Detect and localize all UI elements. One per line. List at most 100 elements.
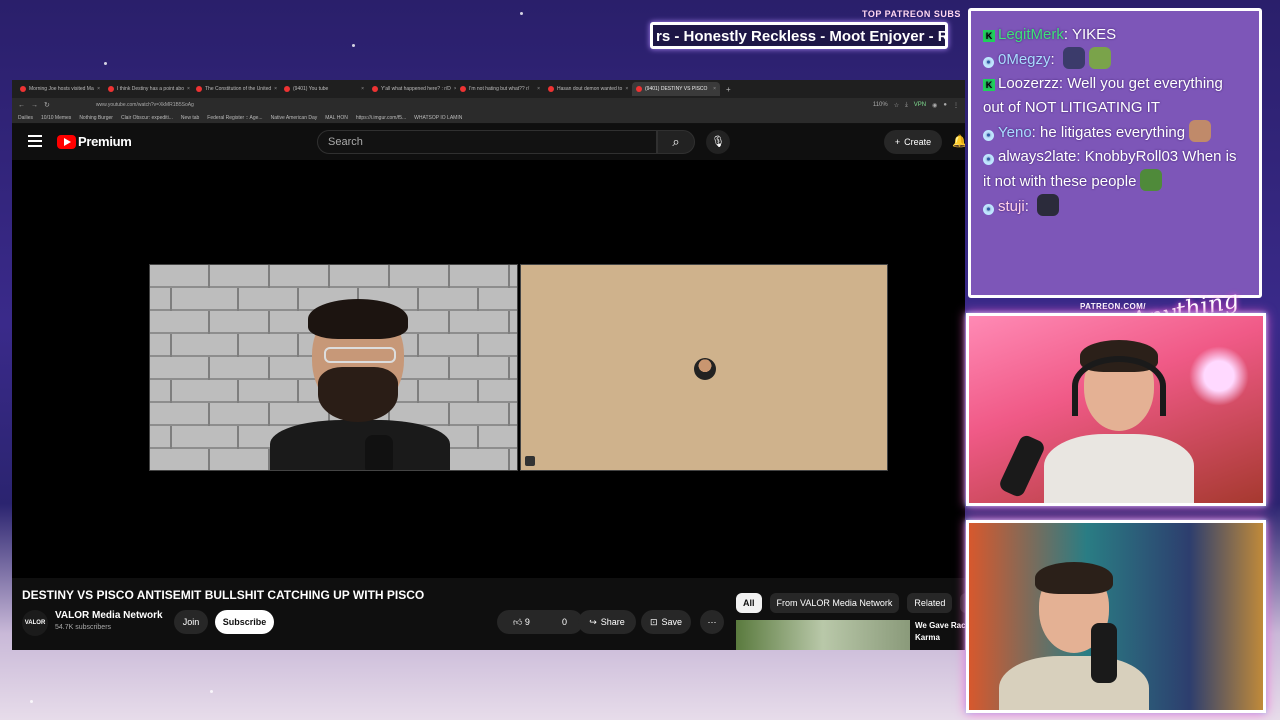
tab-favicon-icon [284, 86, 290, 92]
bookmark-item[interactable]: Federal Register :: Age... [207, 115, 262, 121]
bookmark-item[interactable]: Native American Day [271, 115, 318, 121]
search-input[interactable]: Search [317, 130, 657, 154]
search-button[interactable]: ⌕ [657, 130, 695, 154]
microphone [1091, 623, 1117, 683]
channel-avatar[interactable]: VALOR [22, 610, 48, 636]
background-star [210, 690, 213, 693]
zoom-level[interactable]: 110% [873, 102, 888, 108]
subscribe-button[interactable]: Subscribe [215, 610, 274, 634]
more-actions-button[interactable]: ⋯ [700, 610, 724, 634]
channel-name[interactable]: VALOR Media Network [55, 610, 163, 621]
bookmark-star-icon[interactable]: ☆ [894, 102, 899, 109]
url-field[interactable]: www.youtube.com/watch?v=XkMR1B5SoAg [96, 102, 867, 108]
guest-person [270, 299, 450, 470]
chat-username[interactable]: always2late [998, 148, 1076, 165]
chat-username[interactable]: 0Megzy [998, 51, 1051, 68]
back-icon[interactable]: ← [18, 102, 25, 109]
chat-emote-icon [1037, 194, 1060, 216]
create-button[interactable]: + Create [884, 130, 942, 154]
video-tile-right [520, 264, 888, 471]
close-tab-icon[interactable]: × [361, 86, 364, 92]
close-tab-icon[interactable]: × [187, 86, 190, 92]
tab-favicon-icon [196, 86, 202, 92]
chat-username[interactable]: Loozerzz [998, 75, 1059, 92]
tab-favicon-icon [108, 86, 114, 92]
profile-icon[interactable]: ● [943, 102, 947, 108]
voice-search-button[interactable]: 🎙 [706, 130, 730, 154]
dislike-button[interactable]: 0 [562, 617, 567, 627]
tab-label: Y'all what happened here? : r/D [381, 86, 451, 92]
join-button[interactable]: Join [174, 610, 208, 634]
video-player[interactable] [12, 160, 965, 578]
chat-text: he litigates everything [1040, 124, 1186, 141]
chat-username[interactable]: Yeno [998, 124, 1032, 141]
notifications-bell-icon[interactable]: 🔔 [952, 134, 965, 148]
share-icon: ↪ [589, 616, 597, 627]
chat-text: YIKES [1071, 26, 1117, 43]
tab-favicon-icon [460, 86, 466, 92]
close-tab-icon[interactable]: × [625, 86, 628, 92]
tile-badge-icon [525, 456, 535, 466]
browser-tab[interactable]: (9401) DESTINY VS PISCO × [632, 82, 720, 96]
like-button[interactable]: 👍︎ 9 [513, 617, 530, 628]
share-button[interactable]: ↪ Share [578, 610, 636, 634]
tab-favicon-icon [636, 86, 642, 92]
video-tile-left [149, 264, 518, 471]
webcam-bottom [966, 520, 1266, 713]
filter-chip[interactable]: Fo [960, 593, 965, 613]
tab-favicon-icon [372, 86, 378, 92]
dislike-count: 0 [561, 617, 567, 627]
browser-tab[interactable]: The Constitution of the United × [192, 82, 280, 96]
browser-tab[interactable]: (9401) You tube × [280, 82, 368, 96]
extension-icon[interactable]: ◉ [932, 102, 937, 109]
tab-label: Morning Joe hosts visited Ma [29, 86, 94, 92]
filter-chip[interactable]: Related [907, 593, 953, 613]
save-button[interactable]: ⊡ Save [641, 610, 691, 634]
bookmark-item[interactable]: New tab [181, 115, 199, 121]
like-dislike-group: 👍︎ 9 0 [497, 610, 583, 634]
recommendation-chips: All From VALOR Media Network Related Fo [736, 593, 965, 613]
close-tab-icon[interactable]: × [537, 86, 540, 92]
bookmark-item[interactable]: MAL HON [325, 115, 348, 121]
address-bar-tools: 110% ☆ ⤓ VPN ◉ ● ⋮ [873, 102, 959, 109]
lamp [1189, 346, 1249, 406]
kick-badge-icon: K [983, 79, 995, 91]
tab-label: (9401) DESTINY VS PISCO [645, 86, 708, 92]
browser-tab[interactable]: I think Destiny has a point abo × [104, 82, 192, 96]
hamburger-menu-icon[interactable] [28, 135, 42, 147]
thumbs-up-icon: 👍︎ [513, 616, 523, 627]
browser-tab[interactable]: Y'all what happened here? : r/D × [368, 82, 456, 96]
close-tab-icon[interactable]: × [97, 86, 100, 92]
chat-username[interactable]: LegitMerk [998, 26, 1064, 43]
background-star [520, 12, 523, 15]
bookmark-item[interactable]: Clair Obscur: expediti... [121, 115, 173, 121]
bookmark-item[interactable]: https://i.imgur.com/f5... [356, 115, 406, 121]
recommended-video-thumbnail[interactable] [736, 620, 910, 650]
filter-chip[interactable]: From VALOR Media Network [769, 593, 900, 613]
close-tab-icon[interactable]: × [713, 86, 716, 92]
download-icon[interactable]: ⤓ [905, 102, 908, 109]
chat-emote-icon [1062, 47, 1085, 69]
forward-icon[interactable]: → [31, 102, 38, 109]
bookmark-item[interactable]: WHATSOP IO LAMIN [414, 115, 462, 121]
browser-menu-icon[interactable]: ⋮ [953, 102, 959, 109]
vpn-badge[interactable]: VPN [914, 102, 926, 108]
close-tab-icon[interactable]: × [274, 86, 277, 92]
new-tab-button[interactable]: + [726, 85, 731, 94]
bookmark-item[interactable]: 10/10 Memes [41, 115, 71, 121]
reload-icon[interactable]: ↻ [44, 101, 50, 109]
browser-tab[interactable]: Morning Joe hosts visited Ma × [16, 82, 104, 96]
address-bar: ← → ↻ www.youtube.com/watch?v=XkMR1B5SoA… [12, 98, 965, 112]
search-icon: ⌕ [672, 134, 680, 149]
bookmark-item[interactable]: Nothing Burger [79, 115, 113, 121]
browser-tab[interactable]: I'm not hating but what?? r/ × [456, 82, 544, 96]
youtube-logo[interactable]: Premium [57, 134, 132, 149]
chat-message: ● 0Megzy: [971, 47, 1259, 72]
streamer-person [1044, 340, 1194, 503]
tab-label: (9401) You tube [293, 86, 329, 92]
chat-username[interactable]: stuji [998, 198, 1025, 215]
filter-chip[interactable]: All [736, 593, 762, 613]
recommended-video-title[interactable]: We Gave Rac Karma [915, 620, 965, 644]
browser-tab[interactable]: Hasan dout demon wanted to × [544, 82, 632, 96]
bookmark-item[interactable]: Dailies [18, 115, 33, 121]
